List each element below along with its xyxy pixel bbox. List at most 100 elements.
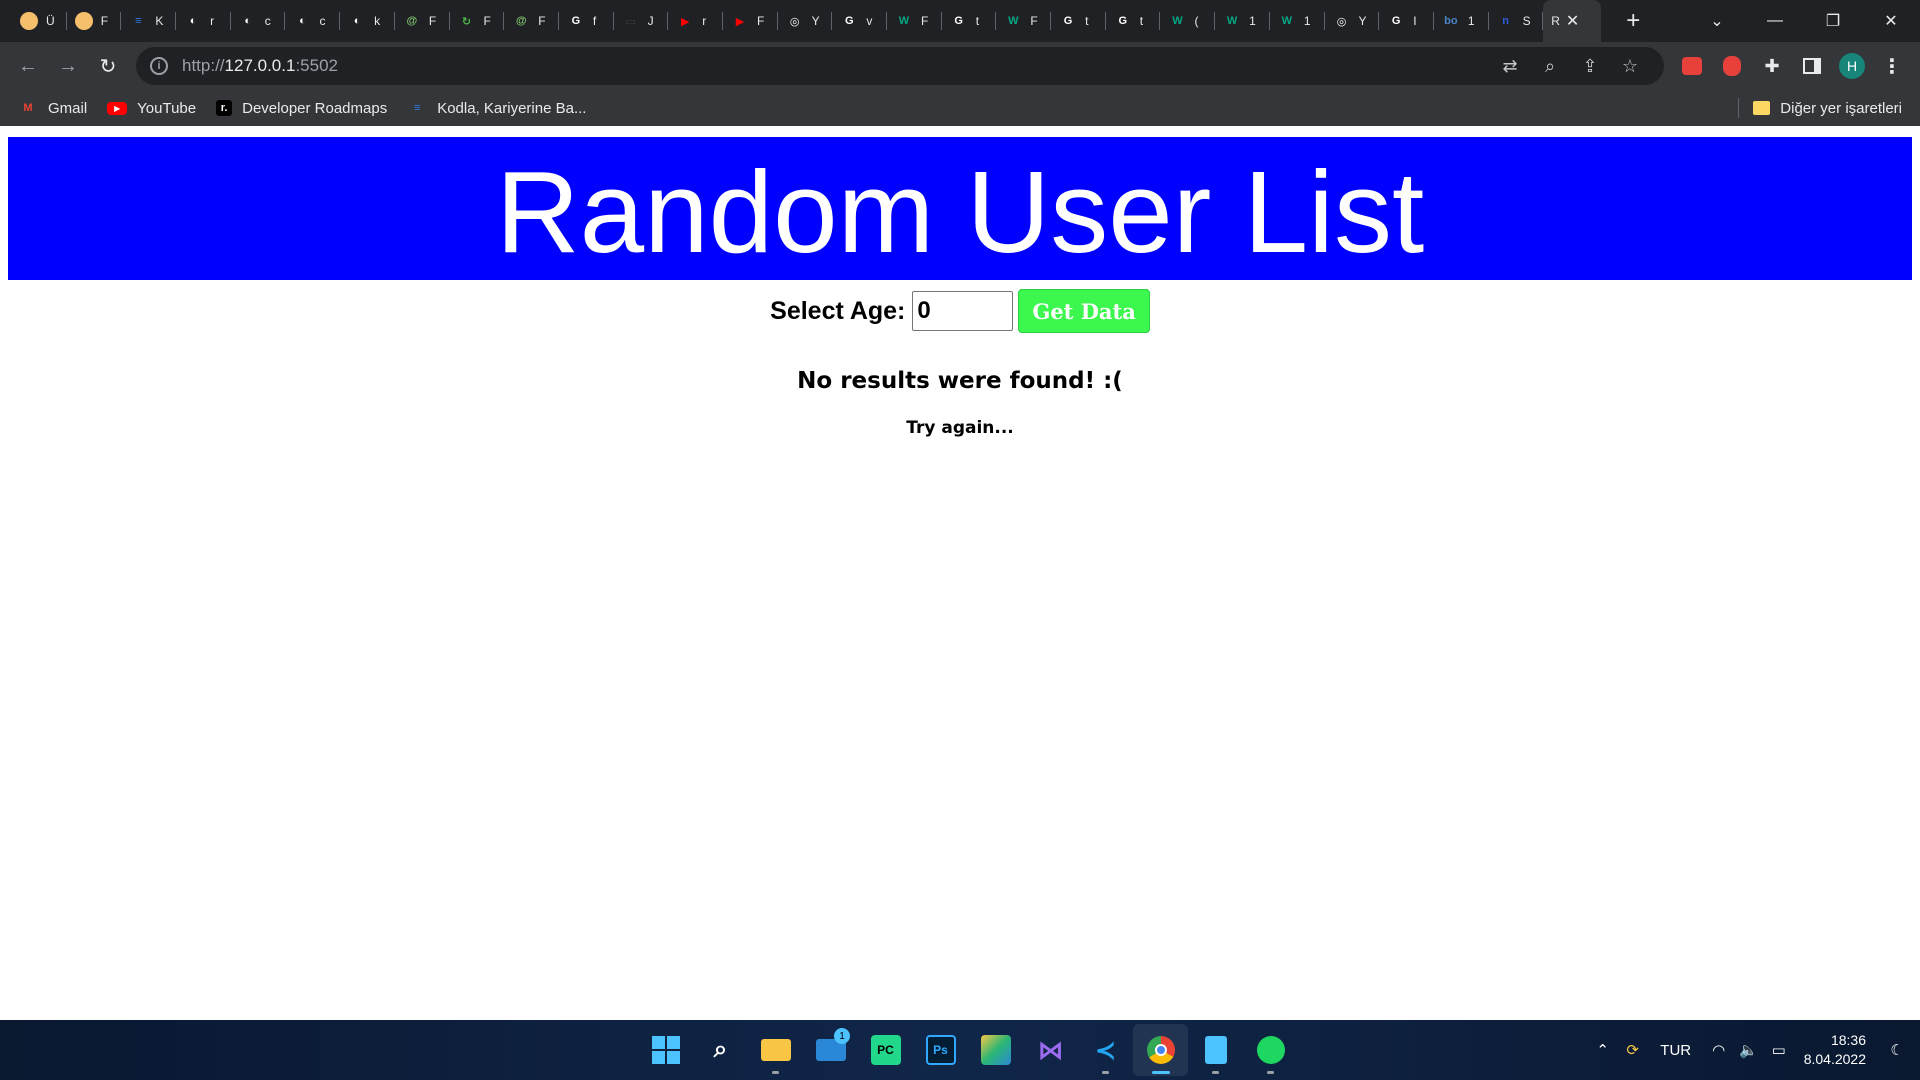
address-bar[interactable]: i http://127.0.0.1:5502 ⇄ ⌕ ⇪ ☆ (136, 47, 1664, 85)
page-title: Random User List (495, 146, 1425, 277)
tab[interactable]: ▶ F (723, 0, 778, 42)
extension-red-icon[interactable] (1672, 57, 1712, 75)
tab-favicon-icon: ◎ (1336, 15, 1347, 28)
photos-icon (980, 1035, 1011, 1065)
tab[interactable]: @ F (395, 0, 450, 42)
chrome-icon (1146, 1035, 1176, 1065)
reload-button[interactable]: ↻ (88, 54, 128, 79)
wifi-icon[interactable]: ◠ (1704, 1041, 1734, 1059)
zoom-icon[interactable]: ⌕ (1530, 56, 1570, 77)
back-button[interactable]: ← (8, 55, 48, 78)
bookmark-item[interactable]: M Gmail (18, 100, 87, 117)
extensions-puzzle-icon[interactable]: ✚ (1752, 56, 1792, 77)
taskbar-spotify[interactable] (1243, 1024, 1298, 1076)
battery-icon[interactable]: ▭ (1764, 1041, 1794, 1059)
tab[interactable]: ◎ Y (1325, 0, 1380, 42)
translate-icon[interactable]: ⇄ (1490, 56, 1530, 77)
tab[interactable]: W1 (1270, 0, 1325, 42)
tab-favicon-icon: n (1502, 15, 1509, 27)
tab-list: Ü F ≡ K ◐ r ◐ c ◐ c ◐ k @ F ↻ F @ F Gf ▭ J ▶ r ▶ F ◎ Y Gv W F Gt W F Gt Gt… (0, 0, 1543, 42)
profile-avatar[interactable]: H (1832, 53, 1872, 79)
tab-title: v (866, 14, 873, 28)
close-window-button[interactable]: ✕ (1862, 11, 1920, 31)
taskbar-mail[interactable]: 1 (803, 1024, 858, 1076)
tab-active[interactable]: R ✕ (1543, 0, 1602, 42)
tab[interactable]: ◎ Y (778, 0, 833, 42)
restore-button[interactable]: ❐ (1804, 11, 1862, 31)
tab[interactable]: WF (887, 0, 942, 42)
forward-button[interactable]: → (48, 55, 88, 78)
focus-assist-icon[interactable]: ☾ (1882, 1041, 1912, 1059)
tab[interactable]: Gv (832, 0, 887, 42)
system-tray: ⌃ ⟳ TUR ◠ 🔈 ▭ 18:36 8.04.2022 ☾ (1588, 1020, 1920, 1080)
taskbar-search[interactable]: ⌕ (693, 1024, 748, 1076)
tab[interactable]: Gt (942, 0, 997, 42)
sync-icon[interactable]: ⟳ (1618, 1041, 1648, 1059)
tab[interactable]: Gf (559, 0, 614, 42)
tab-title: Y (1358, 14, 1367, 28)
tab[interactable]: W( (1160, 0, 1215, 42)
taskbar-photoshop[interactable]: Ps (913, 1024, 968, 1076)
start-button[interactable] (638, 1024, 693, 1076)
notepad-icon (1201, 1035, 1231, 1065)
tab[interactable]: GI (1379, 0, 1434, 42)
tab[interactable]: F (67, 0, 122, 42)
taskbar-file-explorer[interactable] (748, 1024, 803, 1076)
tab[interactable]: ↻ F (450, 0, 505, 42)
bookmark-star-icon[interactable]: ☆ (1610, 56, 1650, 77)
tab[interactable]: @ F (504, 0, 559, 42)
tab[interactable]: ◐ c (231, 0, 286, 42)
tray-overflow-icon[interactable]: ⌃ (1588, 1041, 1618, 1059)
tab[interactable]: bo 1 (1434, 0, 1489, 42)
taskbar-pycharm[interactable]: PC (858, 1024, 913, 1076)
tab[interactable]: ◐ r (176, 0, 231, 42)
taskbar-photos[interactable] (968, 1024, 1023, 1076)
tab[interactable]: nS (1489, 0, 1544, 42)
bookmark-item[interactable]: ▶ YouTube (107, 100, 196, 117)
bookmark-item[interactable]: ≡ Kodla, Kariyerine Ba... (407, 100, 586, 117)
folder-icon (760, 1035, 791, 1065)
menu-kebab-icon[interactable]: ⋮ (1872, 54, 1912, 79)
photoshop-icon: Ps (925, 1035, 956, 1065)
tab-close-icon[interactable]: ✕ (1566, 11, 1579, 31)
tab-favicon-icon: bo (1444, 15, 1458, 27)
tab-favicon-icon: G (845, 15, 854, 27)
taskbar-notepad[interactable] (1188, 1024, 1243, 1076)
tab[interactable]: W1 (1215, 0, 1270, 42)
tab[interactable]: ▶ r (668, 0, 723, 42)
extension-hand-icon[interactable] (1712, 56, 1752, 76)
other-bookmarks-label: Diğer yer işaretleri (1780, 99, 1902, 117)
visual-studio-icon: ⋈ (1037, 1034, 1064, 1065)
bookmark-label: Developer Roadmaps (242, 99, 388, 117)
tab[interactable]: ▭ J (614, 0, 669, 42)
taskbar-visual-studio[interactable]: ⋈ (1023, 1024, 1078, 1076)
tab[interactable]: Gt (1106, 0, 1161, 42)
tab[interactable]: WF (996, 0, 1051, 42)
language-indicator[interactable]: TUR (1648, 1042, 1704, 1059)
side-panel-icon[interactable] (1792, 58, 1832, 74)
tab-search-icon[interactable]: ⌄ (1688, 11, 1746, 31)
tab-title: I (1413, 14, 1417, 28)
url-port: :5502 (295, 56, 338, 75)
url-text[interactable]: http://127.0.0.1:5502 (182, 56, 338, 76)
taskbar-vscode[interactable]: ≺ (1078, 1024, 1133, 1076)
tab[interactable]: Gt (1051, 0, 1106, 42)
other-bookmarks[interactable]: Diğer yer işaretleri (1738, 90, 1902, 126)
tab[interactable]: Ü (12, 0, 67, 42)
tab[interactable]: ◐ k (340, 0, 395, 42)
tab-title: F (100, 14, 109, 28)
get-data-button[interactable]: Get Data (1018, 289, 1150, 333)
new-tab-button[interactable]: + (1619, 7, 1647, 35)
minimize-button[interactable]: — (1746, 12, 1804, 30)
tab[interactable]: ◐ c (285, 0, 340, 42)
taskbar-chrome[interactable] (1133, 1024, 1188, 1076)
site-info-icon[interactable]: i (150, 57, 168, 75)
running-indicator (772, 1071, 779, 1074)
clock[interactable]: 18:36 8.04.2022 (1804, 1031, 1866, 1069)
tab[interactable]: ≡ K (121, 0, 176, 42)
bookmark-item[interactable]: r. Developer Roadmaps (216, 100, 387, 117)
share-icon[interactable]: ⇪ (1570, 56, 1610, 77)
volume-icon[interactable]: 🔈 (1734, 1041, 1764, 1059)
age-input[interactable] (912, 291, 1014, 331)
running-indicator (1102, 1071, 1109, 1074)
